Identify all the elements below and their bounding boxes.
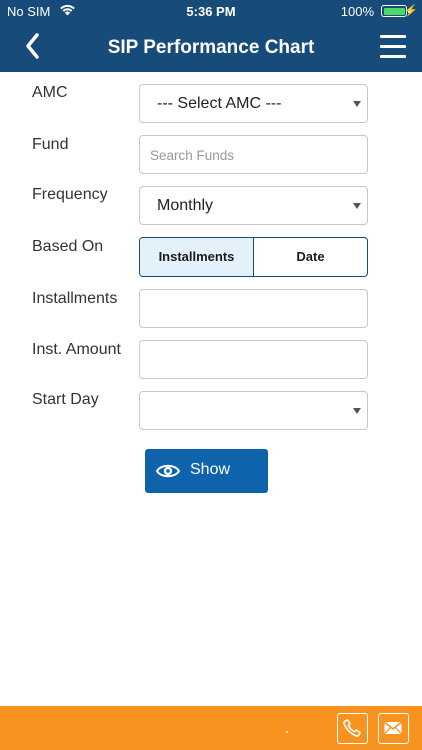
amc-select[interactable]: --- Select AMC --- (139, 84, 368, 123)
show-button-label: Show (190, 461, 231, 478)
installments-input[interactable] (139, 289, 368, 328)
amc-label: AMC (32, 84, 68, 101)
footer-dot (286, 731, 288, 733)
frequency-select[interactable]: Monthly (139, 186, 368, 225)
battery-percent: 100% (340, 4, 374, 19)
installments-label: Installments (32, 290, 118, 307)
hamburger-menu-icon[interactable] (380, 35, 406, 59)
based-on-label: Based On (32, 238, 104, 255)
status-bar: No SIM 5:36 PM 100% ⚡ (0, 0, 422, 24)
mail-icon (383, 721, 403, 735)
start-day-select[interactable] (139, 391, 368, 430)
frequency-label: Frequency (32, 186, 108, 203)
fund-label: Fund (32, 136, 69, 153)
eye-icon (156, 464, 180, 478)
fund-search-input[interactable]: Search Funds (139, 135, 368, 174)
email-button[interactable] (378, 713, 409, 744)
call-button[interactable] (337, 713, 368, 744)
charging-bolt-icon: ⚡ (404, 5, 418, 17)
footer-bar (0, 706, 422, 750)
amc-select-value: --- Select AMC --- (157, 95, 282, 112)
page-title: SIP Performance Chart (107, 37, 315, 58)
start-day-label: Start Day (32, 391, 99, 408)
dropdown-caret-icon (353, 203, 361, 209)
show-button[interactable]: Show (145, 449, 268, 493)
based-on-segmented-control: Installments Date (139, 237, 368, 277)
inst-amount-label: Inst. Amount (32, 341, 121, 358)
segment-date[interactable]: Date (254, 238, 367, 276)
app-screen: No SIM 5:36 PM 100% ⚡ SIP Performance Ch… (0, 0, 422, 750)
battery-icon (381, 5, 410, 17)
phone-icon (343, 719, 361, 737)
inst-amount-input[interactable] (139, 340, 368, 379)
segment-installments[interactable]: Installments (140, 238, 254, 276)
app-header: No SIM 5:36 PM 100% ⚡ SIP Performance Ch… (0, 0, 422, 72)
frequency-select-value: Monthly (157, 197, 214, 214)
dropdown-caret-icon (353, 408, 361, 414)
dropdown-caret-icon (353, 101, 361, 107)
fund-search-placeholder: Search Funds (150, 148, 235, 163)
